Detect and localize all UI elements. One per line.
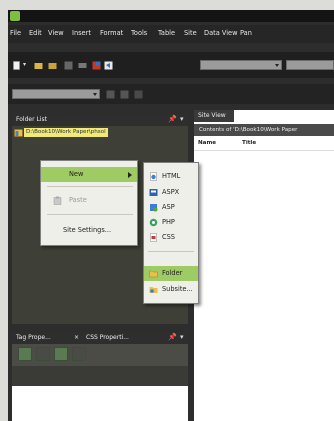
- new-asp-item[interactable]: ASP: [144, 200, 198, 215]
- menu-insert[interactable]: Insert: [72, 29, 91, 37]
- app-icon: [10, 11, 20, 21]
- menu-data-view[interactable]: Data View: [204, 29, 238, 37]
- context-paste-item[interactable]: Paste: [41, 193, 137, 208]
- new-css-item[interactable]: CSS: [144, 230, 198, 245]
- tag-properties-tab[interactable]: Tag Prope...: [16, 334, 51, 341]
- print-icon[interactable]: [78, 61, 87, 70]
- new-page-icon[interactable]: [12, 61, 21, 70]
- secondary-toolbar: [8, 84, 334, 104]
- chevron-down-icon[interactable]: ▾: [180, 115, 184, 123]
- close-icon[interactable]: ×: [74, 334, 79, 341]
- bold-icon[interactable]: [106, 90, 115, 99]
- menu-bar: File Edit View Insert Format Tools Table…: [8, 25, 334, 43]
- site-view-panel: Site View Contents of 'D:\Book10\Work Pa…: [194, 110, 334, 421]
- new-aspx-label: ASPX: [162, 188, 180, 196]
- menu-separator: [148, 251, 194, 252]
- folder-path-label: D:\Book10\Work Paper\phsol: [24, 128, 108, 137]
- tag-properties-panel: Tag Prope... × CSS Properti... 📌 ▾: [12, 332, 188, 421]
- header-divider: [194, 150, 334, 151]
- tag-panel-header: Tag Prope... × CSS Properti... 📌 ▾: [12, 332, 188, 344]
- categorized-icon[interactable]: [18, 347, 32, 361]
- context-site-settings-item[interactable]: Site Settings...: [41, 223, 137, 238]
- new-folder-item[interactable]: Folder: [144, 266, 198, 281]
- html-file-icon: [150, 172, 157, 181]
- standard-toolbar: ▾: [8, 52, 334, 78]
- menu-file[interactable]: File: [10, 29, 21, 37]
- new-subsite-item[interactable]: Subsite...: [144, 282, 198, 297]
- context-paste-label: Paste: [69, 196, 87, 204]
- preview-icon[interactable]: [104, 61, 113, 70]
- contents-bar: Contents of 'D:\Book10\Work Paper: [194, 124, 334, 136]
- new-php-item[interactable]: PHP: [144, 215, 198, 230]
- context-site-settings-label: Site Settings...: [63, 226, 112, 234]
- open-icon[interactable]: [34, 61, 43, 70]
- font-size-dropdown[interactable]: [12, 89, 100, 99]
- pin-icon[interactable]: 📌: [168, 115, 177, 123]
- new-aspx-item[interactable]: ASPX: [144, 185, 198, 200]
- context-menu: New Paste Site Settings...: [40, 160, 138, 246]
- menu-tools[interactable]: Tools: [131, 29, 147, 37]
- new-css-label: CSS: [162, 233, 175, 241]
- new-asp-label: ASP: [162, 203, 175, 211]
- folder-icon[interactable]: [48, 61, 57, 70]
- new-submenu: HTML ASPX ASP PHP CSS Folder Subsite...: [143, 162, 199, 304]
- menu-separator: [47, 186, 133, 187]
- name-column-header[interactable]: Name: [198, 140, 216, 146]
- aspx-file-icon: [149, 189, 158, 196]
- menu-table[interactable]: Table: [158, 29, 175, 37]
- web-folder-icon: [14, 129, 23, 137]
- new-html-label: HTML: [162, 172, 181, 180]
- sort-icon[interactable]: [36, 347, 50, 361]
- context-new-label: New: [69, 170, 84, 178]
- chevron-down-icon[interactable]: ▾: [180, 333, 184, 341]
- asp-file-icon: [150, 204, 158, 212]
- folder-list-tab[interactable]: Folder List: [16, 116, 47, 123]
- submenu-arrow-icon: [128, 172, 132, 178]
- folder-list-header: Folder List 📌 ▾: [12, 114, 188, 126]
- apply-icon[interactable]: [72, 347, 86, 361]
- publish-icon[interactable]: [92, 61, 101, 70]
- css-file-icon: [150, 233, 157, 242]
- dropdown-arrow-icon[interactable]: ▾: [23, 61, 26, 68]
- style-dropdown[interactable]: [200, 60, 282, 70]
- tag-properties-body: [12, 386, 188, 421]
- new-subsite-label: Subsite...: [162, 285, 193, 293]
- show-set-icon[interactable]: [54, 347, 68, 361]
- save-icon[interactable]: [64, 61, 73, 70]
- pin-icon[interactable]: 📌: [168, 333, 177, 341]
- menu-panels[interactable]: Pan: [240, 29, 252, 37]
- new-html-item[interactable]: HTML: [144, 169, 198, 184]
- subsite-icon: [149, 287, 158, 293]
- site-view-tab[interactable]: Site View: [194, 110, 234, 122]
- new-folder-label: Folder: [162, 269, 183, 277]
- title-column-header[interactable]: Title: [242, 140, 256, 146]
- folder-icon: [149, 270, 158, 278]
- paste-icon: [53, 196, 62, 205]
- menu-format[interactable]: Format: [100, 29, 123, 37]
- underline-icon[interactable]: [134, 90, 143, 99]
- italic-icon[interactable]: [120, 90, 129, 99]
- font-dropdown[interactable]: [286, 60, 334, 70]
- menu-edit[interactable]: Edit: [29, 29, 42, 37]
- new-php-label: PHP: [162, 218, 175, 226]
- php-file-icon: [149, 218, 158, 227]
- css-properties-tab[interactable]: CSS Properti...: [86, 334, 129, 341]
- context-new-item[interactable]: New: [41, 167, 137, 182]
- title-bar: [8, 10, 334, 22]
- menu-site[interactable]: Site: [184, 29, 197, 37]
- menu-separator: [47, 214, 133, 215]
- menu-view[interactable]: View: [48, 29, 64, 37]
